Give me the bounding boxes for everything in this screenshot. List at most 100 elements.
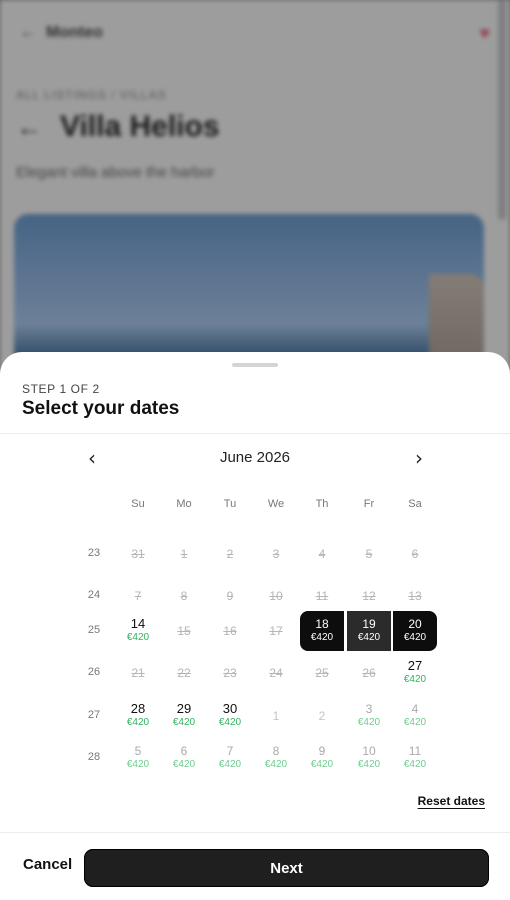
- week-number: 28: [87, 751, 101, 763]
- calendar-day[interactable]: 2: [300, 696, 344, 736]
- day-number: 9: [318, 744, 326, 758]
- day-price: €420: [357, 759, 381, 770]
- calendar-day-selected[interactable]: 18 €420: [300, 611, 344, 651]
- reset-dates-button[interactable]: Reset dates: [418, 794, 485, 808]
- calendar-day: 9: [208, 576, 252, 616]
- day-number: 28: [130, 701, 146, 716]
- day-number: 21: [131, 666, 145, 680]
- calendar-day[interactable]: 7 €420: [208, 738, 252, 778]
- day-number: 16: [223, 624, 237, 638]
- day-number: 24: [269, 666, 283, 680]
- calendar-day: 17: [254, 611, 298, 651]
- day-number: 19: [362, 617, 376, 631]
- calendar-day: 6: [393, 534, 437, 574]
- day-price: €420: [218, 759, 242, 770]
- day-number: 8: [272, 744, 280, 758]
- day-price: €420: [172, 759, 196, 770]
- calendar-day[interactable]: 1: [254, 696, 298, 736]
- day-price: €420: [310, 632, 334, 643]
- day-number: 14: [130, 616, 146, 631]
- calendar-day[interactable]: 11 €420: [393, 738, 437, 778]
- day-number: 31: [131, 547, 145, 561]
- day-number: 4: [318, 547, 326, 561]
- day-number: 18: [315, 617, 329, 631]
- day-number: 12: [362, 589, 376, 603]
- chevron-right-icon[interactable]: ›: [405, 446, 433, 470]
- weekday-label: We: [267, 498, 285, 510]
- day-price: €420: [357, 717, 381, 728]
- day-price: €420: [403, 632, 427, 643]
- calendar-day[interactable]: 14 €420: [116, 611, 160, 651]
- calendar-day: 21: [116, 653, 160, 693]
- calendar-day: 24: [254, 653, 298, 693]
- calendar-day[interactable]: 27 €420: [393, 653, 437, 693]
- calendar-day: 7: [116, 576, 160, 616]
- step-indicator: STEP 1 OF 2: [22, 382, 100, 396]
- day-number: 11: [315, 589, 329, 603]
- calendar-day: 10: [254, 576, 298, 616]
- calendar-day-selected[interactable]: 19 €420: [347, 611, 391, 651]
- date-picker-sheet: STEP 1 OF 2 Select your dates ‹ June 202…: [0, 352, 510, 900]
- calendar-day[interactable]: 9 €420: [300, 738, 344, 778]
- week-number: 27: [87, 709, 101, 721]
- cancel-button[interactable]: Cancel: [23, 856, 72, 873]
- day-price: €420: [126, 759, 150, 770]
- day-number: 29: [176, 701, 192, 716]
- day-price: €420: [126, 632, 150, 643]
- next-button[interactable]: Next: [84, 849, 489, 887]
- calendar-day[interactable]: 8 €420: [254, 738, 298, 778]
- day-price: €420: [403, 717, 427, 728]
- calendar-day: 2: [208, 534, 252, 574]
- calendar-day: 3: [254, 534, 298, 574]
- weekday-label: Fr: [363, 498, 375, 510]
- sheet-grabber[interactable]: [232, 363, 278, 367]
- day-price: €420: [172, 717, 196, 728]
- calendar-day[interactable]: 5 €420: [116, 738, 160, 778]
- day-number: 3: [365, 702, 373, 716]
- calendar-day: 5: [347, 534, 391, 574]
- weekday-label: Th: [315, 498, 329, 510]
- calendar-day[interactable]: 4 €420: [393, 696, 437, 736]
- day-number: 9: [226, 589, 234, 603]
- calendar-day: 26: [347, 653, 391, 693]
- week-number: 25: [87, 624, 101, 636]
- day-number: 1: [180, 547, 188, 561]
- month-navigation: ‹ June 2026 ›: [0, 446, 510, 470]
- calendar-day[interactable]: 6 €420: [162, 738, 206, 778]
- calendar-day[interactable]: 3 €420: [347, 696, 391, 736]
- calendar-day: 1: [162, 534, 206, 574]
- divider: [0, 832, 510, 833]
- calendar-day: 25: [300, 653, 344, 693]
- day-price: €420: [126, 717, 150, 728]
- day-number: 3: [272, 547, 280, 561]
- calendar-day: 11: [300, 576, 344, 616]
- day-number: 25: [315, 666, 329, 680]
- calendar-day[interactable]: 29 €420: [162, 696, 206, 736]
- weekday-label: Su: [131, 498, 145, 510]
- calendar-day-selected[interactable]: 20 €420: [393, 611, 437, 651]
- day-price: €420: [403, 674, 427, 685]
- calendar-day[interactable]: 30 €420: [208, 696, 252, 736]
- calendar-day: 13: [393, 576, 437, 616]
- day-number: 27: [407, 658, 423, 673]
- day-number: 13: [408, 589, 422, 603]
- day-price: €420: [264, 759, 288, 770]
- day-number: 15: [177, 624, 191, 638]
- week-number: 24: [87, 589, 101, 601]
- day-number: 4: [411, 702, 419, 716]
- day-number: 30: [222, 701, 238, 716]
- day-number: 6: [180, 744, 188, 758]
- calendar-day[interactable]: 10 €420: [347, 738, 391, 778]
- calendar-day: 23: [208, 653, 252, 693]
- day-number: 17: [269, 624, 283, 638]
- day-number: 7: [134, 589, 142, 603]
- calendar-day: 16: [208, 611, 252, 651]
- day-number: 8: [180, 589, 188, 603]
- calendar-day: 15: [162, 611, 206, 651]
- weekday-label: Sa: [408, 498, 422, 510]
- day-number: 6: [411, 547, 419, 561]
- day-price: €420: [357, 632, 381, 643]
- day-number: 2: [318, 709, 326, 723]
- day-number: 2: [226, 547, 234, 561]
- calendar-day[interactable]: 28 €420: [116, 696, 160, 736]
